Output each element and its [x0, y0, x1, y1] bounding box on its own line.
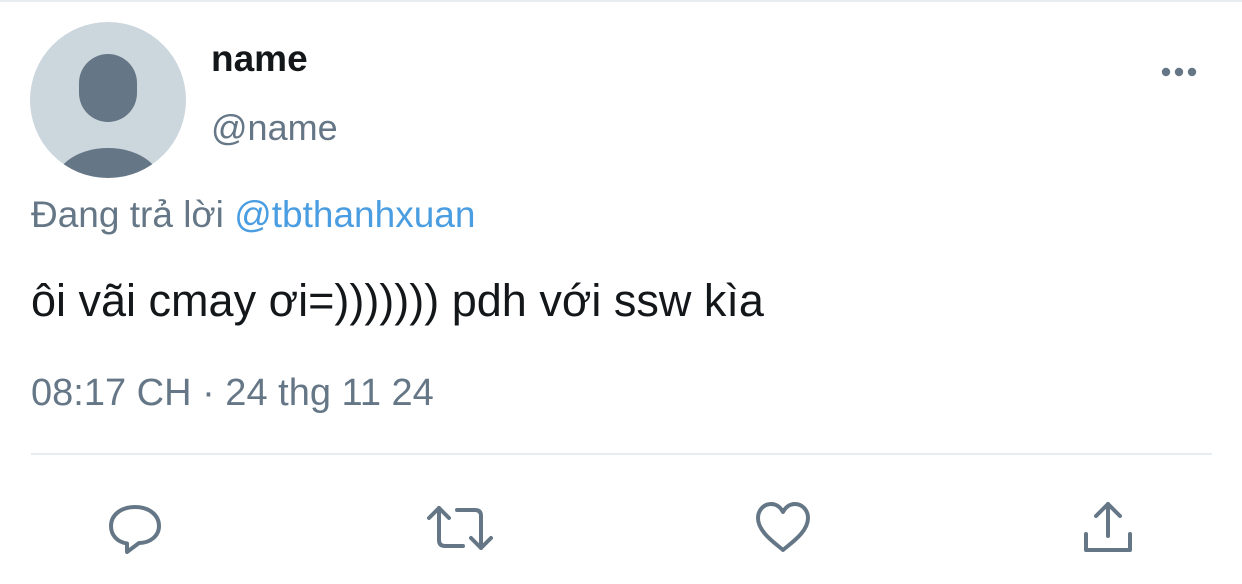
- user-handle[interactable]: @name: [211, 107, 338, 149]
- more-options-button[interactable]: [1156, 58, 1202, 86]
- top-border: [0, 0, 1242, 2]
- default-avatar-icon: [30, 22, 186, 178]
- tweet-text: ôi vãi cmay ơi=))))))) pdh với ssw kìa: [31, 275, 764, 326]
- reply-icon: [109, 505, 161, 554]
- tweet-timestamp[interactable]: 08:17 CH · 24 thg 11 24: [31, 372, 434, 415]
- heart-icon: [756, 502, 810, 552]
- divider: [31, 453, 1212, 455]
- replying-to: Đang trả lời @tbthanhxuan: [31, 194, 475, 236]
- share-icon: [1084, 502, 1132, 552]
- share-button[interactable]: [1078, 498, 1138, 558]
- avatar[interactable]: [30, 22, 186, 178]
- reply-button[interactable]: [105, 498, 165, 558]
- display-name[interactable]: name: [211, 38, 308, 80]
- more-options-icon: [1161, 67, 1197, 77]
- like-button[interactable]: [753, 498, 813, 558]
- retweet-button[interactable]: [425, 498, 493, 558]
- replying-to-label: Đang trả lời: [31, 194, 235, 235]
- reply-to-handle-link[interactable]: @tbthanhxuan: [234, 194, 475, 235]
- retweet-icon: [427, 506, 493, 550]
